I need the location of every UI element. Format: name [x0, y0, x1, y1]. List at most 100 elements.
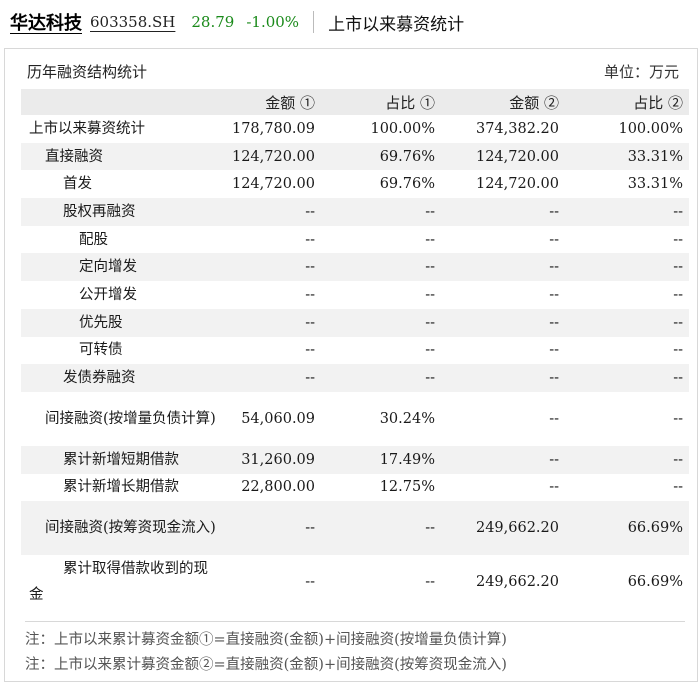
row-label: 累计取得借款收到的现金	[29, 561, 208, 604]
table-row: 间接融资(按增量负债计算) 54,060.09 30.24% -- --	[21, 392, 689, 446]
cell-amount-1: --	[221, 253, 321, 282]
cell-ratio-1: --	[321, 364, 441, 392]
table-row: 公开增发 -- -- -- --	[21, 281, 689, 309]
footnote-2: 注：上市以来累计募资金额②=直接融资(金额)+间接融资(按筹资现金流入)	[25, 657, 507, 673]
row-label: 发债券融资	[21, 364, 221, 392]
header-divider	[313, 11, 315, 33]
row-label: 累计新增短期借款	[21, 445, 221, 474]
cell-amount-1: --	[221, 308, 321, 337]
row-label: 上市以来募资统计	[29, 120, 145, 137]
cell-amount-2: --	[549, 410, 559, 427]
stock-change: -1.00%	[246, 13, 300, 31]
cell-amount-2: 249,662.20	[475, 574, 559, 591]
cell-ratio-1: --	[425, 286, 435, 303]
cell-amount-1: 178,780.09	[231, 120, 315, 137]
row-label: 股权再融资	[21, 198, 221, 226]
cell-amount-2: 124,720.00	[441, 142, 565, 171]
cell-ratio-1: --	[321, 198, 441, 226]
row-label: 直接融资	[21, 142, 221, 171]
cell-amount-2: 374,382.20	[475, 120, 559, 137]
stock-header: 华达科技 603358.SH 28.79 -1.00% 上市以来募资统计	[0, 0, 700, 44]
cell-amount-2: --	[549, 286, 559, 303]
table-row: 优先股 -- -- -- --	[21, 308, 689, 337]
table-row: 可转债 -- -- -- --	[21, 337, 689, 365]
cell-ratio-2: --	[673, 410, 683, 427]
cell-ratio-2: 33.31%	[565, 142, 689, 171]
table-row: 股权再融资 -- -- -- --	[21, 198, 689, 226]
cell-ratio-1: 100.00%	[370, 120, 435, 137]
stock-code-link[interactable]: 603358.SH	[90, 13, 175, 31]
cell-ratio-2: --	[673, 231, 683, 248]
column-header-amount-1: 金额 ①	[221, 89, 321, 115]
cell-ratio-2: --	[673, 286, 683, 303]
column-header-amount-2: 金额 ②	[441, 89, 565, 115]
row-label: 配股	[79, 231, 108, 248]
cell-amount-2: --	[441, 364, 565, 392]
stock-price: 28.79	[191, 13, 235, 31]
cell-ratio-1: --	[425, 574, 435, 591]
cell-amount-1: --	[221, 364, 321, 392]
cell-amount-2: --	[441, 445, 565, 474]
row-label: 可转债	[79, 342, 123, 359]
cell-amount-1: --	[305, 231, 315, 248]
column-header-ratio-2: 占比 ②	[565, 89, 689, 115]
cell-amount-1: 124,720.00	[231, 176, 315, 193]
cell-ratio-2: 33.31%	[627, 176, 683, 193]
panel-title: 历年融资结构统计	[27, 63, 148, 81]
financing-table: 金额 ① 占比 ① 金额 ② 占比 ② 上市以来募资统计 178,780.09 …	[21, 89, 689, 609]
cell-ratio-2: 66.69%	[565, 501, 689, 556]
page-title: 上市以来募资统计	[328, 14, 465, 35]
row-label: 定向增发	[21, 253, 221, 282]
table-row: 累计新增长期借款 22,800.00 12.75% -- --	[21, 474, 689, 502]
cell-amount-1: --	[221, 198, 321, 226]
cell-amount-2: --	[441, 253, 565, 282]
cell-ratio-1: --	[425, 231, 435, 248]
cell-ratio-2: --	[565, 253, 689, 282]
cell-amount-1: --	[305, 574, 315, 591]
footnotes: 注：上市以来累计募资金额①=直接融资(金额)+间接融资(按增量负债计算) 注：上…	[25, 621, 685, 678]
cell-amount-2: --	[441, 308, 565, 337]
table-row: 累计新增短期借款 31,260.09 17.49% -- --	[21, 445, 689, 474]
cell-amount-2: 124,720.00	[475, 176, 559, 193]
cell-ratio-1: 12.75%	[379, 479, 435, 496]
table-row: 首发 124,720.00 69.76% 124,720.00 33.31%	[21, 170, 689, 198]
cell-amount-2: --	[549, 342, 559, 359]
cell-amount-2: --	[549, 479, 559, 496]
cell-ratio-1: --	[321, 501, 441, 556]
cell-amount-1: 124,720.00	[221, 142, 321, 171]
cell-ratio-2: 100.00%	[618, 120, 683, 137]
unit-label: 单位：万元	[603, 63, 679, 81]
cell-amount-2: --	[549, 231, 559, 248]
table-row: 配股 -- -- -- --	[21, 226, 689, 254]
cell-amount-1: 54,060.09	[241, 410, 315, 427]
cell-amount-1: --	[305, 286, 315, 303]
cell-ratio-2: --	[565, 308, 689, 337]
cell-ratio-1: 30.24%	[379, 410, 435, 427]
table-header-row: 金额 ① 占比 ① 金额 ② 占比 ②	[21, 89, 689, 115]
table-row: 定向增发 -- -- -- --	[21, 253, 689, 282]
table-row: 发债券融资 -- -- -- --	[21, 364, 689, 392]
row-label: 公开增发	[79, 286, 137, 303]
cell-ratio-2: --	[565, 364, 689, 392]
row-label: 累计新增长期借款	[63, 479, 179, 496]
row-label: 首发	[63, 176, 92, 193]
column-header-label	[21, 89, 221, 115]
table-row: 上市以来募资统计 178,780.09 100.00% 374,382.20 1…	[21, 115, 689, 143]
cell-ratio-2: 66.69%	[627, 574, 683, 591]
cell-amount-2: --	[441, 198, 565, 226]
cell-ratio-1: 69.76%	[379, 176, 435, 193]
table-row: 累计取得借款收到的现金 -- -- 249,662.20 66.69%	[21, 555, 689, 609]
panel-header: 历年融资结构统计 单位：万元	[5, 49, 697, 91]
stock-name-link[interactable]: 华达科技	[10, 9, 82, 35]
cell-amount-1: --	[221, 501, 321, 556]
cell-ratio-2: --	[565, 198, 689, 226]
cell-amount-1: 31,260.09	[221, 445, 321, 474]
footnote-1: 注：上市以来累计募资金额①=直接融资(金额)+间接融资(按增量负债计算)	[25, 632, 507, 648]
cell-ratio-1: --	[425, 342, 435, 359]
cell-amount-1: 22,800.00	[241, 479, 315, 496]
row-label: 间接融资(按筹资现金流入)	[21, 501, 221, 556]
column-header-ratio-1: 占比 ①	[321, 89, 441, 115]
cell-ratio-2: --	[565, 445, 689, 474]
cell-ratio-1: 69.76%	[321, 142, 441, 171]
table-row: 间接融资(按筹资现金流入) -- -- 249,662.20 66.69%	[21, 501, 689, 556]
